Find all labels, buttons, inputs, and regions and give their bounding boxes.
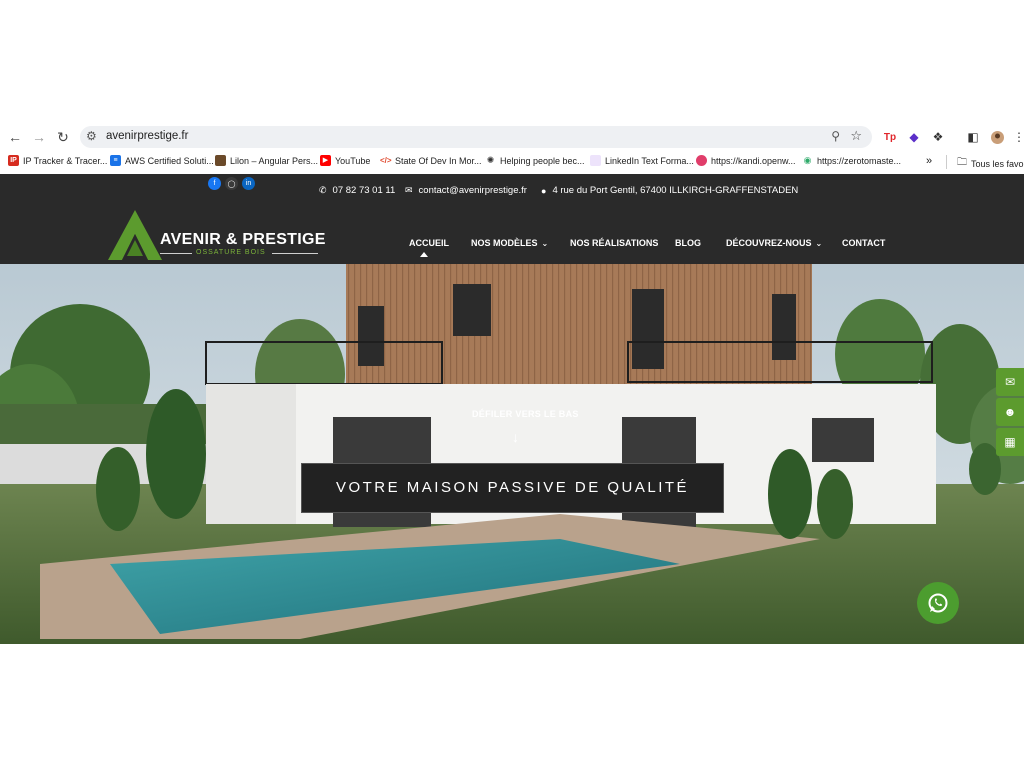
bookmark-item[interactable]: ◉ https://zerotomaste... [802, 155, 901, 166]
bookmark-item[interactable]: IP IP Tracker & Tracer... [8, 155, 107, 166]
email-link[interactable]: ✉ contact@avenirprestige.fr [405, 185, 527, 196]
extension-tp-icon[interactable]: Tp [881, 128, 899, 146]
helping-icon: ✺ [485, 155, 496, 166]
reload-icon[interactable]: ↻ [54, 128, 72, 146]
hero-title: VOTRE MAISON PASSIVE DE QUALITÉ [335, 479, 690, 496]
menu-label: BLOG [675, 238, 701, 248]
menu-item-nos-realisations[interactable]: NOS RÉALISATIONS [570, 238, 658, 248]
contact-widget-calendar-icon[interactable]: ▦ [996, 428, 1024, 456]
linkedin-icon[interactable]: in [242, 177, 255, 190]
arrow-down-icon[interactable]: ↓ [512, 429, 519, 445]
scroll-down-label[interactable]: DÉFILER VERS LE BAS [472, 409, 579, 419]
bookmark-item[interactable]: LinkedIn Text Forma... [590, 155, 694, 166]
bookmark-item[interactable]: ▶ YouTube [320, 155, 370, 166]
menu-item-decouvrez-nous[interactable]: DÉCOUVREZ-NOUS ⌄ [726, 238, 822, 248]
logo-divider [272, 253, 318, 254]
extension-cube-icon[interactable]: ◆ [905, 128, 923, 146]
zerotomastery-icon: ◉ [802, 155, 813, 166]
folder-icon: 🗀 [957, 157, 967, 168]
contact-widget-message-icon[interactable]: ✉ [996, 368, 1024, 396]
bookmarks-divider [946, 155, 947, 169]
whatsapp-icon [928, 593, 948, 613]
extensions-puzzle-icon[interactable]: ❖ [929, 128, 947, 146]
logo-divider [160, 253, 192, 254]
menu-label: NOS RÉALISATIONS [570, 238, 659, 248]
phone-icon: ✆ [319, 185, 327, 195]
bookmark-label: Lilon – Angular Pers... [230, 155, 319, 166]
code-icon: </> [380, 155, 392, 166]
logo-mark-icon [108, 210, 162, 260]
bookmark-label: State Of Dev In Mor... [395, 155, 482, 166]
instagram-icon[interactable]: ◯ [225, 177, 238, 190]
envelope-icon: ✉ [405, 185, 413, 195]
bookmark-label: https://zerotomaste... [817, 155, 902, 166]
hero-house-image [0, 264, 1024, 644]
menu-item-blog[interactable]: BLOG [675, 238, 701, 248]
bookmark-label: LinkedIn Text Forma... [605, 155, 694, 166]
site-info-icon[interactable]: ⚙ [86, 129, 97, 143]
bookmark-label: Helping people bec... [500, 155, 585, 166]
browser-menu-icon[interactable]: ⋮ [1010, 128, 1024, 146]
bookmarks-bar: IP IP Tracker & Tracer... ≡ AWS Certifie… [0, 152, 1024, 172]
postal-address: 4 rue du Port Gentil, 67400 ILLKIRCH-GRA… [552, 185, 799, 196]
all-bookmarks-folder[interactable]: 🗀 Tous les favori [957, 155, 1024, 172]
bookmark-label: AWS Certified Soluti... [125, 155, 214, 166]
active-indicator [420, 252, 428, 257]
side-panel-icon[interactable]: ◧ [964, 128, 982, 146]
menu-item-contact[interactable]: CONTACT [842, 238, 885, 248]
back-arrow-icon[interactable]: ← [6, 128, 24, 146]
zoom-icon[interactable]: ⚲ [831, 129, 840, 143]
bookmark-item[interactable]: Lilon – Angular Pers... [215, 155, 318, 166]
menu-label: DÉCOUVREZ-NOUS [726, 238, 812, 248]
menu-label: ACCUEIL [409, 238, 449, 248]
lilon-icon [215, 155, 226, 166]
youtube-icon: ▶ [320, 155, 331, 166]
forward-arrow-icon[interactable]: → [30, 128, 48, 146]
url-text[interactable]: avenirprestige.fr [106, 130, 188, 142]
logo-tagline: OSSATURE BOIS [196, 249, 266, 256]
phone-number: 07 82 73 01 11 [332, 185, 396, 196]
chevron-down-icon: ⌄ [541, 239, 549, 248]
facebook-icon[interactable]: f [208, 177, 221, 190]
chevron-down-icon: ⌄ [815, 239, 823, 248]
site-top-bar: f ◯ in ✆ 07 82 73 01 11 ✉ contact@avenir… [0, 174, 1024, 208]
bookmark-label: IP Tracker & Tracer... [23, 155, 108, 166]
site-main-header: AVENIR & PRESTIGE OSSATURE BOIS ACCUEIL … [0, 208, 1024, 264]
bookmark-item[interactable]: ≡ AWS Certified Soluti... [110, 155, 214, 166]
menu-item-accueil[interactable]: ACCUEIL [409, 238, 449, 248]
aws-icon: ≡ [110, 155, 121, 166]
bookmark-label: https://kandi.openw... [711, 155, 796, 166]
linkedin-format-icon [590, 155, 601, 166]
whatsapp-button[interactable] [917, 582, 959, 624]
map-pin-icon: ● [541, 185, 547, 196]
hero-section: DÉFILER VERS LE BAS ↓ VOTRE MAISON PASSI… [0, 264, 1024, 644]
phone-link[interactable]: ✆ 07 82 73 01 11 [319, 185, 395, 196]
address-bar[interactable]: ⚙ avenirprestige.fr ⚲ ☆ [80, 126, 872, 148]
profile-avatar-icon[interactable] [988, 128, 1006, 146]
menu-label: NOS MODÈLES [471, 238, 538, 248]
logo-name: AVENIR & PRESTIGE [160, 231, 326, 248]
more-bookmarks-button[interactable]: » [926, 155, 932, 167]
address-link[interactable]: ● 4 rue du Port Gentil, 67400 ILLKIRCH-G… [541, 185, 798, 196]
ip-tracker-icon: IP [8, 155, 19, 166]
kandi-icon [696, 155, 707, 166]
bookmark-star-icon[interactable]: ☆ [850, 128, 862, 144]
hero-title-box: VOTRE MAISON PASSIVE DE QUALITÉ [301, 463, 724, 513]
email-address: contact@avenirprestige.fr [418, 185, 527, 196]
folder-label: Tous les favori [971, 158, 1024, 169]
bookmark-item[interactable]: </> State Of Dev In Mor... [380, 155, 482, 166]
menu-label: CONTACT [842, 238, 886, 248]
bookmark-item[interactable]: https://kandi.openw... [696, 155, 796, 166]
bookmark-label: YouTube [335, 155, 371, 166]
menu-item-nos-modeles[interactable]: NOS MODÈLES ⌄ [471, 238, 548, 248]
contact-widget-profile-icon[interactable]: ☻ [996, 398, 1024, 426]
bookmark-item[interactable]: ✺ Helping people bec... [485, 155, 585, 166]
browser-toolbar: ← → ↻ ⚙ avenirprestige.fr ⚲ ☆ Tp ◆ ❖ ◧ ⋮ [0, 124, 1024, 150]
